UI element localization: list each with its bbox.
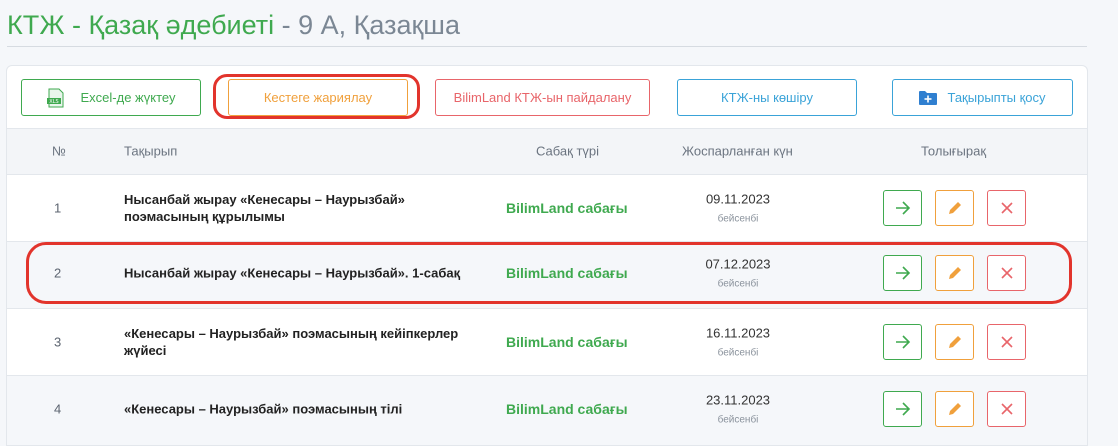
- header-topic: Тақырып: [124, 143, 178, 159]
- row-date-cell: 16.11.2023 бейсенбі: [667, 326, 809, 359]
- table-row: 4 «Кенесары – Наурызбай» поэмасының тілі…: [7, 376, 1087, 446]
- open-lesson-button[interactable]: [883, 324, 922, 360]
- edit-lesson-button[interactable]: [935, 324, 974, 360]
- arrow-right-icon: [895, 201, 910, 215]
- row-weekday: бейсенбі: [717, 347, 759, 359]
- header-planned-date: Жоспарланған күн: [682, 143, 793, 159]
- folder-plus-icon: [919, 90, 938, 106]
- pencil-icon: [948, 202, 961, 214]
- row-date-cell: 09.11.2023 бейсенбі: [667, 192, 809, 225]
- delete-lesson-button[interactable]: [987, 324, 1026, 360]
- row-lesson-type: BilimLand сабағы: [506, 200, 628, 216]
- open-lesson-button[interactable]: [883, 190, 922, 226]
- row-date-cell: 07.12.2023 бейсенбі: [667, 257, 809, 290]
- xls-file-icon: XLS: [46, 88, 65, 108]
- publish-schedule-label: Кестеге жариялау: [263, 90, 373, 105]
- row-lesson-type: BilimLand сабағы: [506, 401, 628, 417]
- row-weekday: бейсенбі: [717, 278, 759, 290]
- edit-lesson-button[interactable]: [935, 255, 974, 291]
- row-number: 3: [54, 334, 62, 350]
- row-date-cell: 23.11.2023 бейсенбі: [667, 393, 809, 426]
- add-topic-label: Тақырыпты қосу: [947, 90, 1046, 105]
- pencil-icon: [948, 403, 961, 415]
- row-weekday: бейсенбі: [717, 213, 759, 225]
- header-lesson-type: Сабақ түрі: [536, 143, 600, 159]
- svg-text:XLS: XLS: [49, 99, 58, 105]
- table-row: 1 Нысанбай жырау «Кенесары – Наурызбай» …: [7, 175, 1087, 242]
- delete-lesson-button[interactable]: [987, 255, 1026, 291]
- copy-plan-button[interactable]: КТЖ-ны көшіру: [677, 79, 857, 116]
- arrow-right-icon: [895, 335, 910, 349]
- title-divider: [7, 46, 1087, 47]
- pencil-icon: [948, 336, 961, 348]
- row-topic: Нысанбай жырау «Кенесары – Наурызбай». 1…: [124, 265, 461, 281]
- delete-lesson-button[interactable]: [987, 391, 1026, 427]
- close-icon: [1000, 403, 1013, 415]
- close-icon: [1000, 202, 1013, 214]
- row-topic: «Кенесары – Наурызбай» поэмасының тілі: [124, 401, 403, 417]
- row-date: 16.11.2023: [705, 325, 771, 341]
- row-lesson-type: BilimLand сабағы: [506, 265, 628, 281]
- row-date: 09.11.2023: [705, 191, 771, 207]
- open-lesson-button[interactable]: [883, 255, 922, 291]
- arrow-right-icon: [895, 402, 910, 416]
- row-topic: «Кенесары – Наурызбай» поэмасының кейіпк…: [124, 326, 459, 358]
- delete-lesson-button[interactable]: [987, 190, 1026, 226]
- open-lesson-button[interactable]: [883, 391, 922, 427]
- page-title-subject: КТЖ - Қазақ әдебиеті: [7, 10, 275, 40]
- page-title-class: - 9 А, Қазақша: [274, 10, 460, 40]
- row-weekday: бейсенбі: [717, 414, 759, 426]
- use-bilimland-plan-label: BilimLand КТЖ-ын пайдалану: [453, 90, 632, 105]
- page-title: КТЖ - Қазақ әдебиеті - 9 А, Қазақша: [7, 10, 460, 41]
- row-number: 4: [54, 401, 62, 417]
- copy-plan-label: КТЖ-ны көшіру: [721, 90, 813, 105]
- pencil-icon: [948, 267, 961, 279]
- row-date: 07.12.2023: [705, 256, 771, 272]
- header-details: Толығырақ: [921, 143, 987, 159]
- arrow-right-icon: [895, 266, 910, 280]
- publish-schedule-button[interactable]: Кестеге жариялау: [228, 79, 408, 116]
- row-date: 23.11.2023: [705, 392, 771, 408]
- row-number: 2: [54, 265, 62, 281]
- use-bilimland-plan-button[interactable]: BilimLand КТЖ-ын пайдалану: [435, 79, 650, 116]
- excel-download-label: Excel-де жүктеу: [80, 90, 176, 105]
- add-topic-button[interactable]: Тақырыпты қосу: [892, 79, 1073, 116]
- close-icon: [1000, 336, 1013, 348]
- excel-download-button[interactable]: XLS Excel-де жүктеу: [21, 79, 201, 116]
- row-topic: Нысанбай жырау «Кенесары – Наурызбай» по…: [124, 192, 405, 224]
- edit-lesson-button[interactable]: [935, 391, 974, 427]
- header-number: №: [52, 143, 66, 159]
- edit-lesson-button[interactable]: [935, 190, 974, 226]
- table-row: 2 Нысанбай жырау «Кенесары – Наурызбай».…: [7, 242, 1087, 309]
- row-lesson-type: BilimLand сабағы: [506, 334, 628, 350]
- close-icon: [1000, 267, 1013, 279]
- table-row: 3 «Кенесары – Наурызбай» поэмасының кейі…: [7, 309, 1087, 376]
- row-number: 1: [54, 200, 62, 216]
